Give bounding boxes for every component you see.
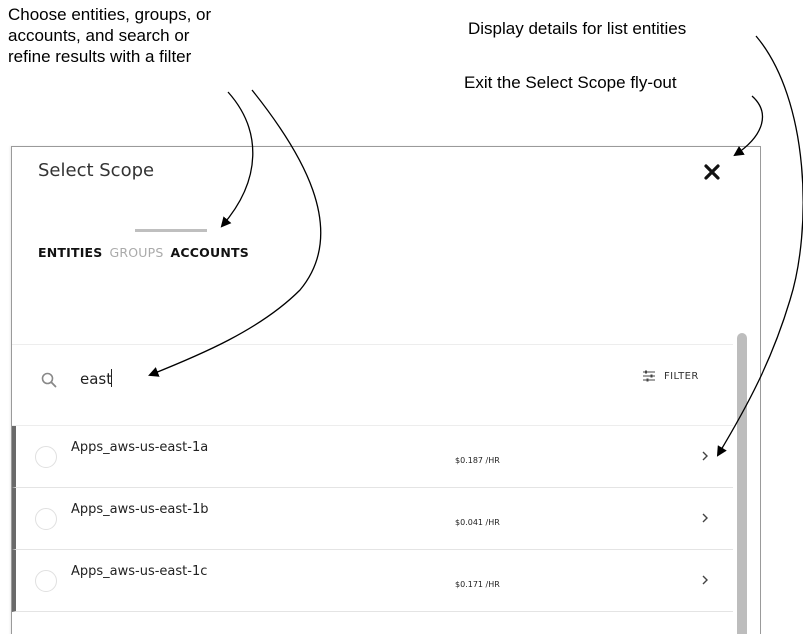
list-item[interactable]: Apps_aws-us-east-1c $0.171 /HR	[12, 550, 733, 612]
callout-display-details: Display details for list entities	[468, 19, 687, 38]
entity-cost: $0.171 /HR	[455, 580, 500, 589]
callout-exit-flyout: Exit the Select Scope fly-out	[464, 73, 677, 92]
select-radio[interactable]	[35, 446, 57, 468]
search-icon	[41, 372, 57, 388]
entity-cost: $0.041 /HR	[455, 518, 500, 527]
text-caret	[111, 369, 112, 387]
entity-name: Apps_aws-us-east-1b	[71, 502, 209, 517]
scope-list: Apps_aws-us-east-1a $0.187 /HR Apps_aws-…	[12, 426, 733, 612]
list-item[interactable]: Apps_aws-us-east-1a $0.187 /HR	[12, 426, 733, 488]
flyout-title: Select Scope	[38, 160, 155, 181]
chevron-right-icon[interactable]	[701, 512, 709, 524]
chevron-right-icon[interactable]	[701, 450, 709, 462]
tab-groups[interactable]: GROUPS	[110, 245, 164, 260]
search-input[interactable]	[80, 367, 480, 391]
list-scrollbar[interactable]	[737, 333, 747, 634]
search-row: FILTER	[12, 344, 733, 426]
active-tab-indicator	[135, 229, 207, 232]
tab-entities[interactable]: ENTITIES	[38, 245, 103, 260]
sliders-icon	[643, 370, 655, 382]
filter-button[interactable]: FILTER	[642, 370, 699, 382]
entity-name: Apps_aws-us-east-1c	[71, 564, 208, 579]
close-icon[interactable]	[703, 163, 721, 181]
select-radio[interactable]	[35, 570, 57, 592]
tab-accounts[interactable]: ACCOUNTS	[171, 245, 249, 260]
scope-tabs: ENTITIES GROUPS ACCOUNTS	[38, 245, 249, 260]
select-scope-flyout: Select Scope ENTITIES GROUPS ACCOUNTS FI…	[11, 146, 761, 634]
list-item[interactable]: Apps_aws-us-east-1b $0.041 /HR	[12, 488, 733, 550]
entity-name: Apps_aws-us-east-1a	[71, 440, 209, 455]
scrollbar-thumb[interactable]	[737, 333, 747, 634]
callout-choose-entities: Choose entities, groups, or accounts, an…	[8, 5, 212, 66]
entity-cost: $0.187 /HR	[455, 456, 500, 465]
filter-label: FILTER	[664, 370, 699, 382]
chevron-right-icon[interactable]	[701, 574, 709, 586]
select-radio[interactable]	[35, 508, 57, 530]
